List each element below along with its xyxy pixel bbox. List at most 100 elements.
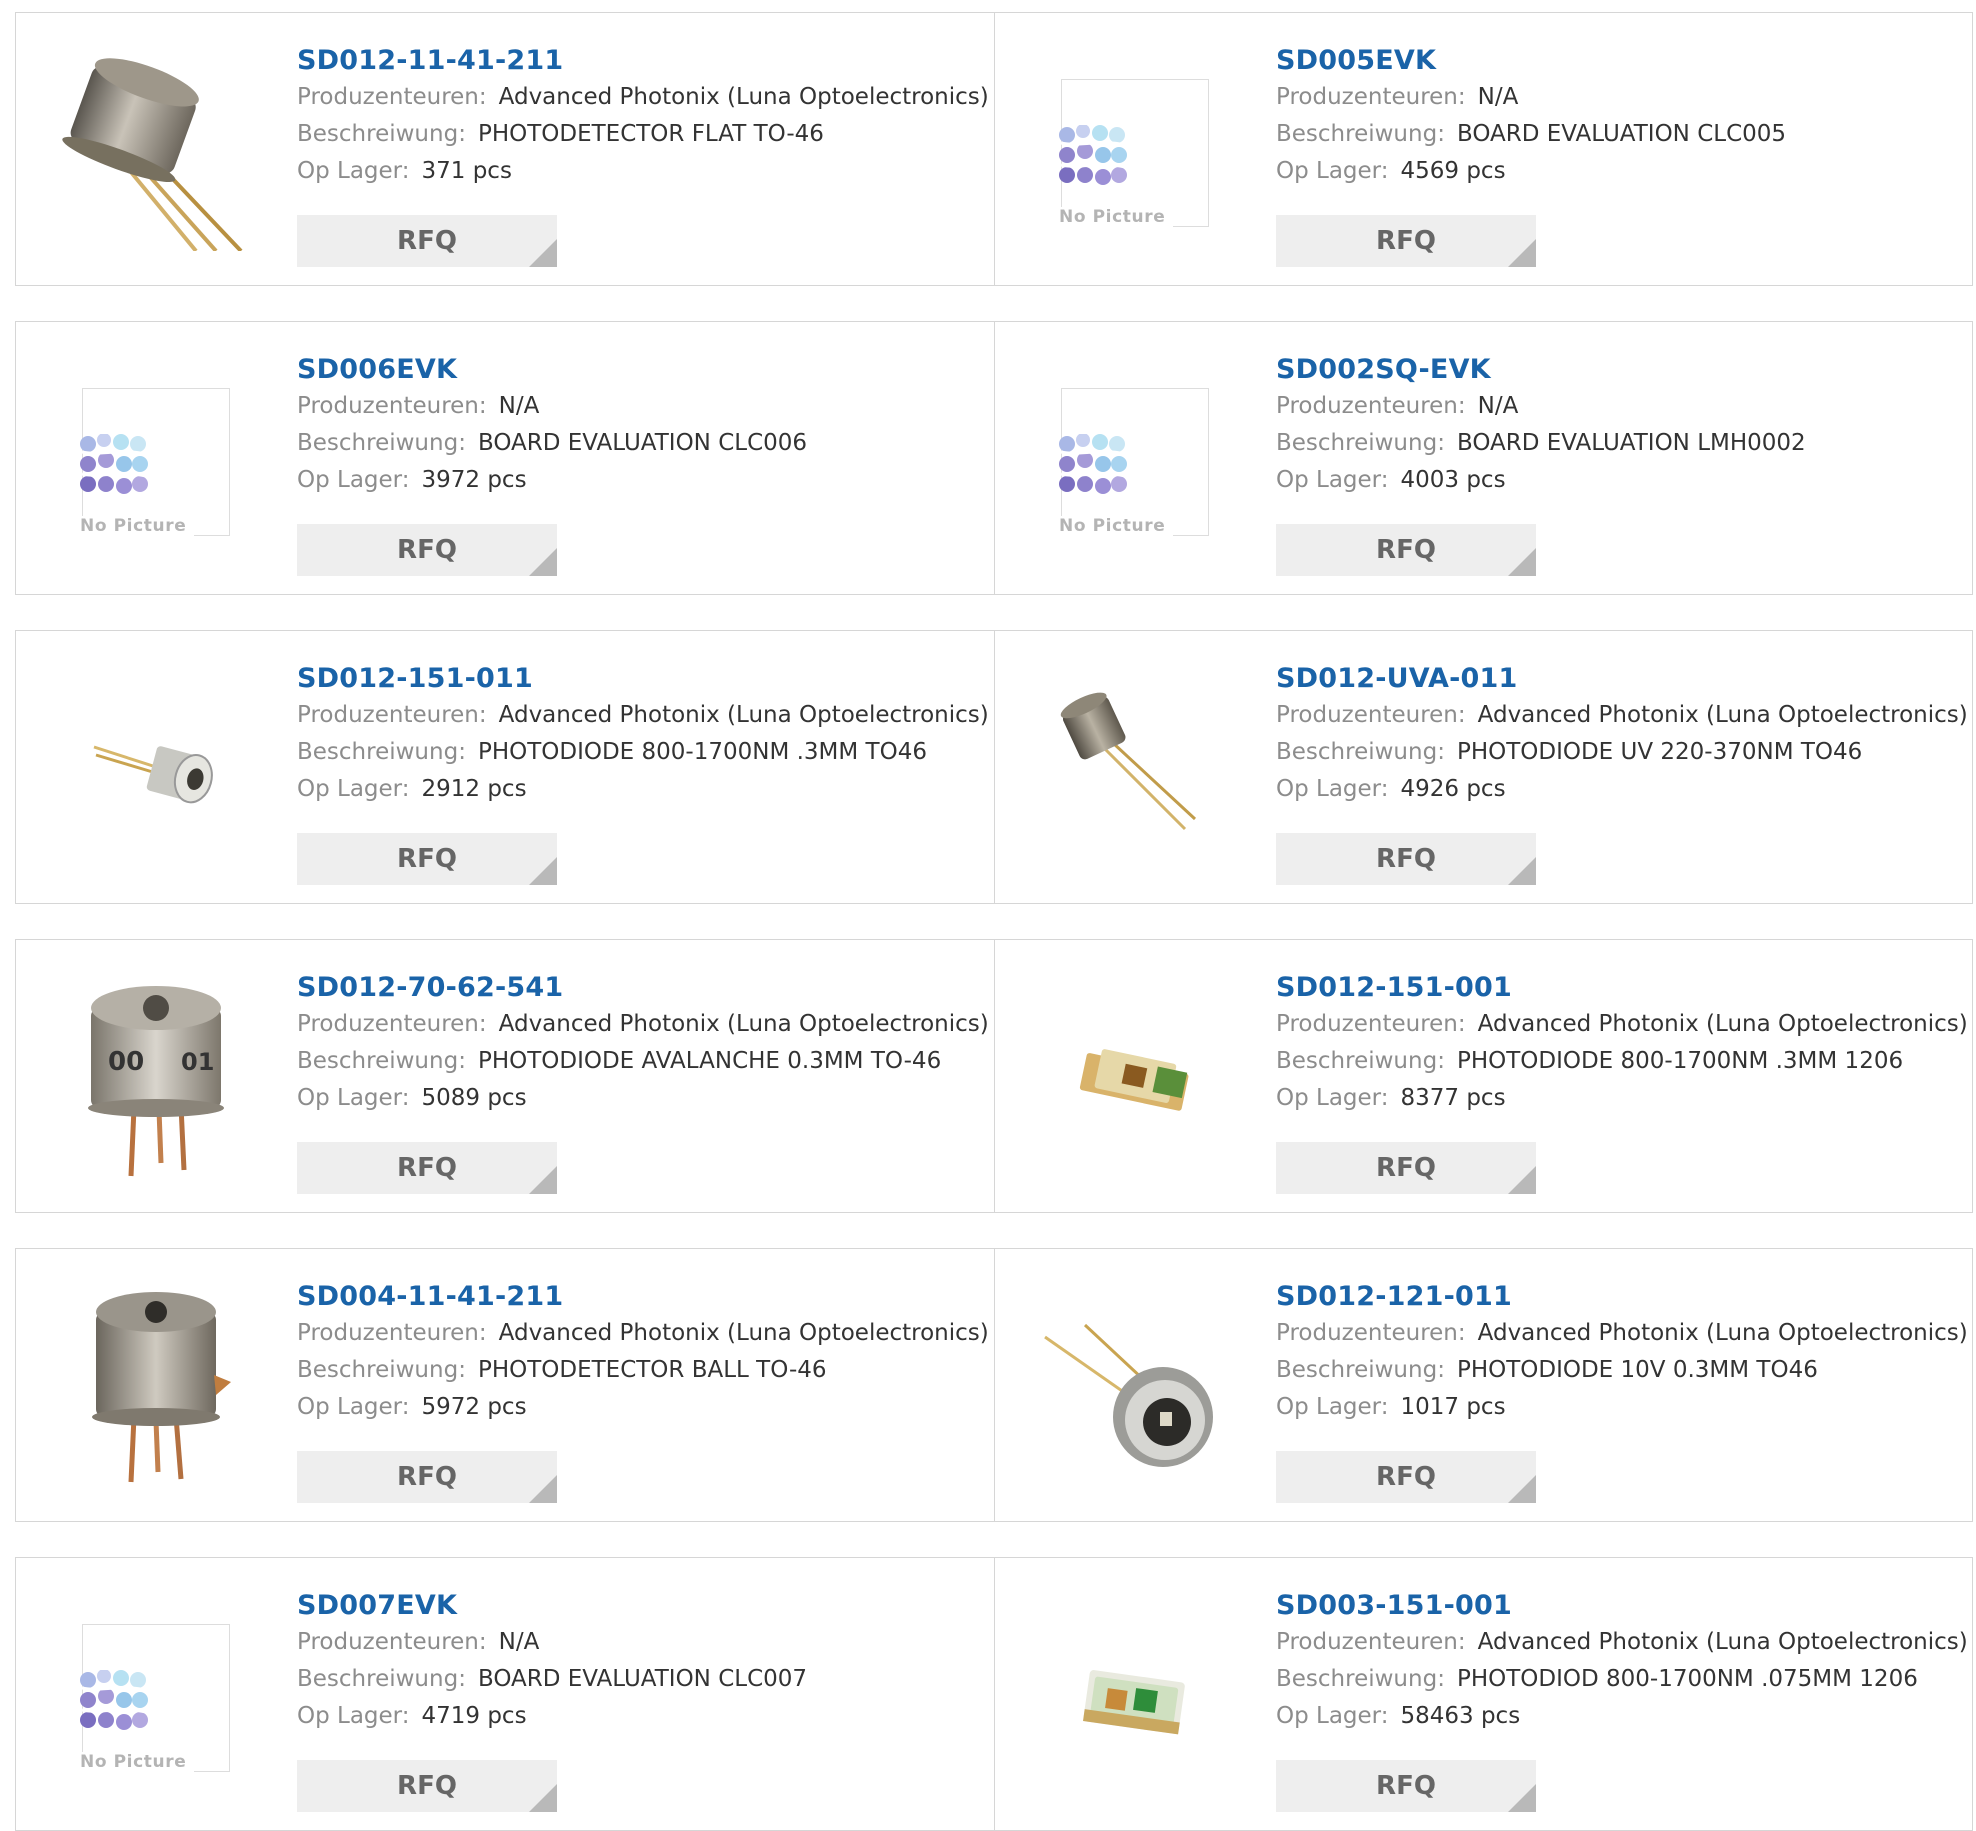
no-picture-logo-icon [1059, 125, 1127, 185]
rfq-button[interactable]: RFQ [1276, 215, 1536, 267]
part-number-link[interactable]: SD006EVK [297, 352, 457, 388]
part-number-link[interactable]: SD005EVK [1276, 43, 1436, 79]
description-line: Beschreiwung: PHOTODETECTOR FLAT TO-46 [297, 116, 984, 153]
rfq-button[interactable]: RFQ [1276, 524, 1536, 576]
rfq-label: RFQ [1376, 535, 1436, 565]
rfq-button[interactable]: RFQ [1276, 1451, 1536, 1503]
rfq-button[interactable]: RFQ [297, 833, 557, 885]
manufacturer-value: Advanced Photonix (Luna Optoelectronics) [498, 84, 989, 110]
stock-line: Op Lager: 1017 pcs [1276, 1389, 1963, 1426]
manufacturer-line: Produzenteuren: Advanced Photonix (Luna O… [1276, 1006, 1968, 1043]
manufacturer-value: Advanced Photonix (Luna Optoelectronics) [498, 702, 989, 728]
to46-flat-photodetector-image[interactable] [56, 51, 256, 253]
description-value: BOARD EVALUATION LMH0002 [1456, 430, 1806, 456]
rfq-button[interactable]: RFQ [1276, 1760, 1536, 1812]
rfq-label: RFQ [397, 226, 457, 256]
manufacturer-label: Produzenteuren: [297, 702, 487, 728]
stock-label: Op Lager: [297, 158, 410, 184]
rfq-button[interactable]: RFQ [297, 215, 557, 267]
description-label: Beschreiwung: [1276, 430, 1445, 456]
stock-label: Op Lager: [1276, 158, 1389, 184]
description-label: Beschreiwung: [297, 1357, 466, 1383]
part-number-link[interactable]: SD012-151-001 [1276, 970, 1512, 1006]
stock-value: 4003 pcs [1400, 467, 1506, 493]
corner-triangle-icon [1508, 1475, 1536, 1503]
to46-10v-photodiode-image[interactable] [1035, 1287, 1235, 1487]
rfq-label: RFQ [397, 1462, 457, 1492]
manufacturer-line: Produzenteuren: Advanced Photonix (Luna O… [297, 79, 989, 116]
manufacturer-line: Produzenteuren: N/A [1276, 79, 1963, 116]
no-picture-logo-icon [80, 434, 148, 494]
part-number-link[interactable]: SD012-11-41-211 [297, 43, 563, 79]
description-line: Beschreiwung: PHOTODIODE 10V 0.3MM TO46 [1276, 1352, 1963, 1389]
smd-1206-photodiode-green-image[interactable] [1035, 1596, 1235, 1796]
stock-line: Op Lager: 3972 pcs [297, 462, 984, 499]
corner-triangle-icon [529, 1166, 557, 1194]
corner-triangle-icon [529, 1784, 557, 1812]
product-card: No Picture SD002SQ-EVK Produzenteuren: N/… [995, 322, 1973, 594]
manufacturer-line: Produzenteuren: Advanced Photonix (Luna O… [297, 1315, 989, 1352]
description-line: Beschreiwung: BOARD EVALUATION LMH0002 [1276, 425, 1963, 462]
product-info: SD007EVK Produzenteuren: N/A Beschreiwung… [297, 1588, 984, 1735]
stock-line: Op Lager: 2912 pcs [297, 771, 984, 808]
stock-label: Op Lager: [297, 776, 410, 802]
manufacturer-line: Produzenteuren: Advanced Photonix (Luna O… [1276, 697, 1968, 734]
corner-triangle-icon [1508, 548, 1536, 576]
manufacturer-value: Advanced Photonix (Luna Optoelectronics) [498, 1320, 989, 1346]
manufacturer-line: Produzenteuren: Advanced Photonix (Luna O… [1276, 1315, 1968, 1352]
description-line: Beschreiwung: PHOTODIOD 800-1700NM .075MM… [1276, 1661, 1963, 1698]
part-number-link[interactable]: SD003-151-001 [1276, 1588, 1512, 1624]
to46-ball-photodetector-image[interactable] [56, 1287, 256, 1487]
product-row: No Picture SD007EVK Produzenteuren: N/A B… [15, 1557, 1973, 1831]
to46-avalanche-photodiode-image[interactable]: 00 01 [56, 978, 256, 1178]
manufacturer-label: Produzenteuren: [1276, 393, 1466, 419]
stock-label: Op Lager: [297, 1703, 410, 1729]
product-info: SD005EVK Produzenteuren: N/A Beschreiwung… [1276, 43, 1963, 190]
stock-label: Op Lager: [297, 1085, 410, 1111]
rfq-button[interactable]: RFQ [297, 1451, 557, 1503]
product-card: SD012-151-011 Produzenteuren: Advanced Ph… [16, 631, 994, 903]
part-number-link[interactable]: SD012-151-011 [297, 661, 533, 697]
part-number-link[interactable]: SD007EVK [297, 1588, 457, 1624]
to46-small-photodiode-image[interactable] [56, 669, 256, 869]
part-number-link[interactable]: SD002SQ-EVK [1276, 352, 1491, 388]
stock-label: Op Lager: [1276, 776, 1389, 802]
corner-triangle-icon [529, 239, 557, 267]
stock-label: Op Lager: [1276, 467, 1389, 493]
part-number-link[interactable]: SD004-11-41-211 [297, 1279, 563, 1315]
rfq-label: RFQ [1376, 844, 1436, 874]
corner-triangle-icon [1508, 857, 1536, 885]
product-info: SD012-70-62-541 Produzenteuren: Advanced … [297, 970, 989, 1117]
description-value: PHOTODETECTOR BALL TO-46 [477, 1357, 827, 1383]
rfq-label: RFQ [397, 535, 457, 565]
part-number-link[interactable]: SD012-121-011 [1276, 1279, 1512, 1315]
to46-uv-photodiode-image[interactable] [1035, 669, 1235, 869]
description-value: BOARD EVALUATION CLC007 [477, 1666, 808, 1692]
description-label: Beschreiwung: [1276, 1357, 1445, 1383]
rfq-button[interactable]: RFQ [297, 1760, 557, 1812]
rfq-button[interactable]: RFQ [297, 1142, 557, 1194]
rfq-button[interactable]: RFQ [1276, 833, 1536, 885]
description-label: Beschreiwung: [297, 430, 466, 456]
smd-1206-photodiode-image[interactable] [1035, 978, 1235, 1178]
stock-label: Op Lager: [297, 1394, 410, 1420]
stock-value: 58463 pcs [1400, 1703, 1521, 1729]
product-info: SD004-11-41-211 Produzenteuren: Advanced … [297, 1279, 989, 1426]
stock-value: 5972 pcs [421, 1394, 527, 1420]
manufacturer-value: N/A [498, 393, 540, 419]
product-row: SD012-11-41-211 Produzenteuren: Advanced … [15, 12, 1973, 286]
rfq-button[interactable]: RFQ [297, 524, 557, 576]
product-info: SD006EVK Produzenteuren: N/A Beschreiwung… [297, 352, 984, 499]
manufacturer-label: Produzenteuren: [1276, 1629, 1466, 1655]
manufacturer-value: Advanced Photonix (Luna Optoelectronics) [1477, 1629, 1968, 1655]
stock-line: Op Lager: 4569 pcs [1276, 153, 1963, 190]
rfq-label: RFQ [1376, 1771, 1436, 1801]
corner-triangle-icon [529, 548, 557, 576]
part-number-link[interactable]: SD012-70-62-541 [297, 970, 563, 1006]
description-line: Beschreiwung: PHOTODIODE 800-1700NM .3MM … [297, 734, 984, 771]
stock-value: 3972 pcs [421, 467, 527, 493]
rfq-button[interactable]: RFQ [1276, 1142, 1536, 1194]
manufacturer-label: Produzenteuren: [1276, 1011, 1466, 1037]
description-label: Beschreiwung: [1276, 121, 1445, 147]
part-number-link[interactable]: SD012-UVA-011 [1276, 661, 1517, 697]
